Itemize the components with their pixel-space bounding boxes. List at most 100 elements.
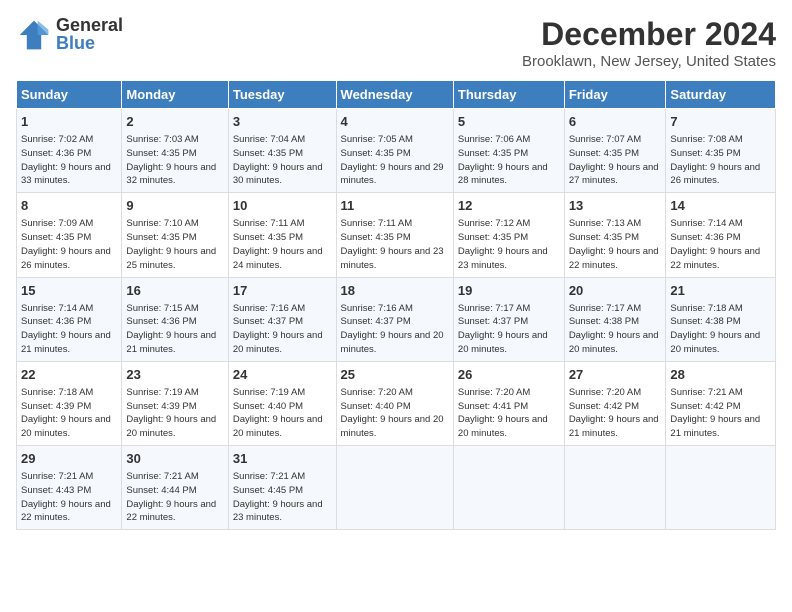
- cell-info: Sunrise: 7:12 AMSunset: 4:35 PMDaylight:…: [458, 217, 560, 272]
- day-number: 23: [126, 366, 223, 384]
- calendar-cell: 2Sunrise: 7:03 AMSunset: 4:35 PMDaylight…: [122, 109, 228, 193]
- col-header-sunday: Sunday: [17, 81, 122, 109]
- calendar-cell: 13 Sunrise: 7:13 AMSunset: 4:35 PMDayligh…: [564, 193, 666, 277]
- day-number: 21: [670, 282, 771, 300]
- week-row-5: 29 Sunrise: 7:21 AMSunset: 4:43 PMDayligh…: [17, 446, 776, 530]
- calendar-cell: 11Sunrise: 7:11 AMSunset: 4:35 PMDayligh…: [336, 193, 453, 277]
- calendar-cell: 12 Sunrise: 7:12 AMSunset: 4:35 PMDayligh…: [453, 193, 564, 277]
- calendar-cell: [453, 446, 564, 530]
- calendar-cell: 23 Sunrise: 7:19 AMSunset: 4:39 PMDayligh…: [122, 361, 228, 445]
- cell-info: Sunrise: 7:20 AMSunset: 4:42 PMDaylight:…: [569, 386, 662, 441]
- cell-info: Sunrise: 7:21 AMSunset: 4:45 PMDaylight:…: [233, 470, 332, 525]
- cell-info: Sunrise: 7:18 AMSunset: 4:38 PMDaylight:…: [670, 302, 771, 357]
- calendar-cell: 25 Sunrise: 7:20 AMSunset: 4:40 PMDayligh…: [336, 361, 453, 445]
- cell-info: Sunrise: 7:07 AMSunset: 4:35 PMDaylight:…: [569, 133, 662, 188]
- cell-info: Sunrise: 7:13 AMSunset: 4:35 PMDaylight:…: [569, 217, 662, 272]
- day-number: 20: [569, 282, 662, 300]
- day-number: 24: [233, 366, 332, 384]
- cell-info: Sunrise: 7:05 AMSunset: 4:35 PMDaylight:…: [341, 133, 449, 188]
- calendar-cell: 6 Sunrise: 7:07 AMSunset: 4:35 PMDaylight…: [564, 109, 666, 193]
- calendar-table: SundayMondayTuesdayWednesdayThursdayFrid…: [16, 80, 776, 530]
- day-number: 12: [458, 197, 560, 215]
- calendar-cell: 31 Sunrise: 7:21 AMSunset: 4:45 PMDayligh…: [228, 446, 336, 530]
- cell-info: Sunrise: 7:14 AMSunset: 4:36 PMDaylight:…: [670, 217, 771, 272]
- cell-info: Sunrise: 7:21 AMSunset: 4:43 PMDaylight:…: [21, 470, 117, 525]
- calendar-cell: 26 Sunrise: 7:20 AMSunset: 4:41 PMDayligh…: [453, 361, 564, 445]
- calendar-cell: 14Sunrise: 7:14 AMSunset: 4:36 PMDayligh…: [666, 193, 776, 277]
- day-number: 11: [341, 197, 449, 215]
- cell-info: Sunrise: 7:18 AMSunset: 4:39 PMDaylight:…: [21, 386, 117, 441]
- calendar-cell: 28Sunrise: 7:21 AMSunset: 4:42 PMDayligh…: [666, 361, 776, 445]
- calendar-cell: 4 Sunrise: 7:05 AMSunset: 4:35 PMDaylight…: [336, 109, 453, 193]
- calendar-cell: 3 Sunrise: 7:04 AMSunset: 4:35 PMDaylight…: [228, 109, 336, 193]
- day-number: 1: [21, 113, 117, 131]
- cell-info: Sunrise: 7:19 AMSunset: 4:39 PMDaylight:…: [126, 386, 223, 441]
- cell-info: Sunrise: 7:02 AMSunset: 4:36 PMDaylight:…: [21, 133, 117, 188]
- day-number: 26: [458, 366, 560, 384]
- week-row-2: 8 Sunrise: 7:09 AMSunset: 4:35 PMDaylight…: [17, 193, 776, 277]
- cell-info: Sunrise: 7:20 AMSunset: 4:40 PMDaylight:…: [341, 386, 449, 441]
- calendar-cell: [336, 446, 453, 530]
- cell-info: Sunrise: 7:19 AMSunset: 4:40 PMDaylight:…: [233, 386, 332, 441]
- calendar-cell: 9 Sunrise: 7:10 AMSunset: 4:35 PMDaylight…: [122, 193, 228, 277]
- cell-info: Sunrise: 7:11 AMSunset: 4:35 PMDaylight:…: [233, 217, 332, 272]
- logo: General Blue: [16, 16, 123, 54]
- col-header-saturday: Saturday: [666, 81, 776, 109]
- day-number: 19: [458, 282, 560, 300]
- cell-info: Sunrise: 7:16 AMSunset: 4:37 PMDaylight:…: [233, 302, 332, 357]
- calendar-cell: 8 Sunrise: 7:09 AMSunset: 4:35 PMDaylight…: [17, 193, 122, 277]
- day-number: 22: [21, 366, 117, 384]
- calendar-cell: 30 Sunrise: 7:21 AMSunset: 4:44 PMDayligh…: [122, 446, 228, 530]
- day-number: 30: [126, 450, 223, 468]
- cell-info: Sunrise: 7:14 AMSunset: 4:36 PMDaylight:…: [21, 302, 117, 357]
- day-number: 16: [126, 282, 223, 300]
- calendar-cell: 21 Sunrise: 7:18 AMSunset: 4:38 PMDayligh…: [666, 277, 776, 361]
- day-number: 31: [233, 450, 332, 468]
- day-number: 4: [341, 113, 449, 131]
- cell-info: Sunrise: 7:21 AMSunset: 4:44 PMDaylight:…: [126, 470, 223, 525]
- calendar-cell: 15 Sunrise: 7:14 AMSunset: 4:36 PMDayligh…: [17, 277, 122, 361]
- day-number: 27: [569, 366, 662, 384]
- col-header-wednesday: Wednesday: [336, 81, 453, 109]
- cell-info: Sunrise: 7:21 AMSunset: 4:42 PMDaylight:…: [670, 386, 771, 441]
- logo-icon: [16, 17, 52, 53]
- week-row-1: 1 Sunrise: 7:02 AMSunset: 4:36 PMDaylight…: [17, 109, 776, 193]
- day-number: 2: [126, 113, 223, 131]
- day-number: 29: [21, 450, 117, 468]
- calendar-cell: 17Sunrise: 7:16 AMSunset: 4:37 PMDayligh…: [228, 277, 336, 361]
- calendar-cell: [564, 446, 666, 530]
- calendar-cell: 22 Sunrise: 7:18 AMSunset: 4:39 PMDayligh…: [17, 361, 122, 445]
- cell-info: Sunrise: 7:08 AMSunset: 4:35 PMDaylight:…: [670, 133, 771, 188]
- calendar-cell: 7 Sunrise: 7:08 AMSunset: 4:35 PMDaylight…: [666, 109, 776, 193]
- cell-info: Sunrise: 7:16 AMSunset: 4:37 PMDaylight:…: [341, 302, 449, 357]
- day-number: 7: [670, 113, 771, 131]
- cell-info: Sunrise: 7:10 AMSunset: 4:35 PMDaylight:…: [126, 217, 223, 272]
- calendar-cell: 27 Sunrise: 7:20 AMSunset: 4:42 PMDayligh…: [564, 361, 666, 445]
- day-number: 8: [21, 197, 117, 215]
- cell-info: Sunrise: 7:06 AMSunset: 4:35 PMDaylight:…: [458, 133, 560, 188]
- cell-info: Sunrise: 7:20 AMSunset: 4:41 PMDaylight:…: [458, 386, 560, 441]
- cell-info: Sunrise: 7:09 AMSunset: 4:35 PMDaylight:…: [21, 217, 117, 272]
- col-header-tuesday: Tuesday: [228, 81, 336, 109]
- day-number: 25: [341, 366, 449, 384]
- calendar-cell: 24 Sunrise: 7:19 AMSunset: 4:40 PMDayligh…: [228, 361, 336, 445]
- cell-info: Sunrise: 7:17 AMSunset: 4:37 PMDaylight:…: [458, 302, 560, 357]
- calendar-cell: 19 Sunrise: 7:17 AMSunset: 4:37 PMDayligh…: [453, 277, 564, 361]
- calendar-cell: 20 Sunrise: 7:17 AMSunset: 4:38 PMDayligh…: [564, 277, 666, 361]
- cell-info: Sunrise: 7:04 AMSunset: 4:35 PMDaylight:…: [233, 133, 332, 188]
- logo-line2: Blue: [56, 34, 123, 54]
- day-number: 13: [569, 197, 662, 215]
- calendar-cell: 16Sunrise: 7:15 AMSunset: 4:36 PMDayligh…: [122, 277, 228, 361]
- cell-info: Sunrise: 7:17 AMSunset: 4:38 PMDaylight:…: [569, 302, 662, 357]
- calendar-cell: 18Sunrise: 7:16 AMSunset: 4:37 PMDayligh…: [336, 277, 453, 361]
- day-number: 6: [569, 113, 662, 131]
- day-number: 15: [21, 282, 117, 300]
- col-header-thursday: Thursday: [453, 81, 564, 109]
- week-row-3: 15 Sunrise: 7:14 AMSunset: 4:36 PMDayligh…: [17, 277, 776, 361]
- day-number: 10: [233, 197, 332, 215]
- calendar-header-row: SundayMondayTuesdayWednesdayThursdayFrid…: [17, 81, 776, 109]
- calendar-cell: 5Sunrise: 7:06 AMSunset: 4:35 PMDaylight…: [453, 109, 564, 193]
- title-area: December 2024 Brooklawn, New Jersey, Uni…: [522, 16, 776, 70]
- day-number: 3: [233, 113, 332, 131]
- day-number: 9: [126, 197, 223, 215]
